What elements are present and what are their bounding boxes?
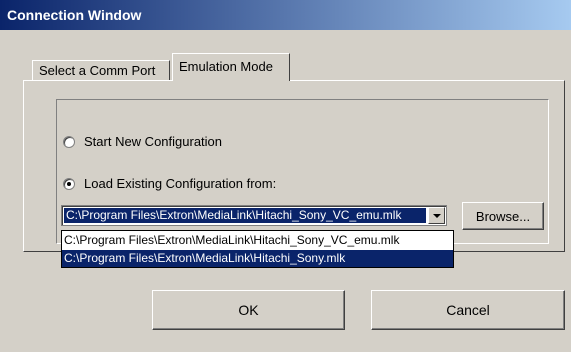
dropdown-option[interactable]: C:\Program Files\Extron\MediaLink\Hitach… <box>62 232 453 249</box>
combo-value-text: C:\Program Files\Extron\MediaLink\Hitach… <box>66 208 402 222</box>
load-existing-label: Load Existing Configuration from: <box>84 176 277 191</box>
title-bar: Connection Window <box>0 0 571 30</box>
config-file-dropdown-list: C:\Program Files\Extron\MediaLink\Hitach… <box>61 230 454 268</box>
load-existing-radio[interactable] <box>63 177 75 190</box>
chevron-down-icon <box>432 213 441 218</box>
window-title: Connection Window <box>7 7 142 23</box>
config-file-combobox[interactable]: C:\Program Files\Extron\MediaLink\Hitach… <box>61 205 447 226</box>
start-new-config-option[interactable]: Start New Configuration <box>63 134 222 149</box>
tab-select-comm-port[interactable]: Select a Comm Port <box>32 60 170 80</box>
combo-selected-value: C:\Program Files\Extron\MediaLink\Hitach… <box>64 208 426 223</box>
start-new-radio[interactable] <box>63 135 75 148</box>
ok-button[interactable]: OK <box>152 290 345 330</box>
start-new-label: Start New Configuration <box>84 134 223 149</box>
load-existing-config-option[interactable]: Load Existing Configuration from: <box>63 176 276 191</box>
browse-button[interactable]: Browse... <box>462 202 544 230</box>
dropdown-option-highlighted[interactable]: C:\Program Files\Extron\MediaLink\Hitach… <box>62 250 453 267</box>
tab-emulation-mode[interactable]: Emulation Mode <box>172 53 290 81</box>
combo-dropdown-button[interactable] <box>428 207 445 224</box>
cancel-button[interactable]: Cancel <box>371 290 565 330</box>
